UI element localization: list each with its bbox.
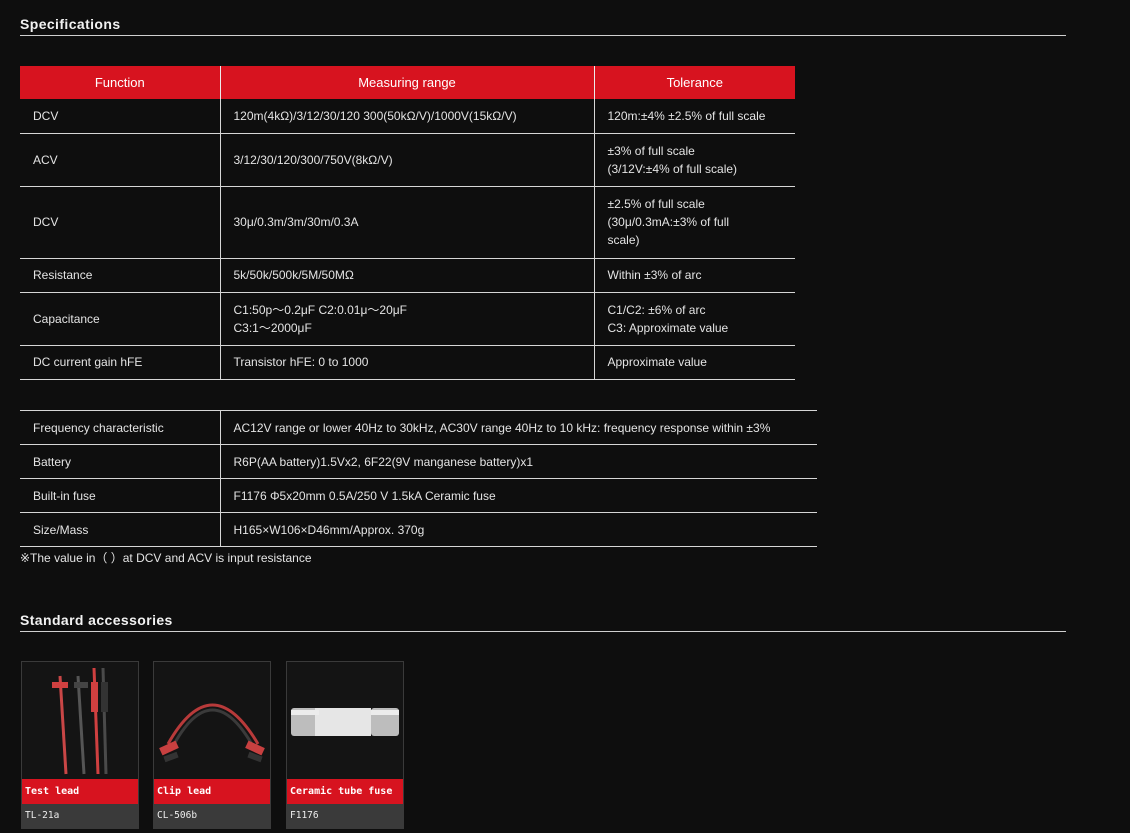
ceramic-fuse-icon	[287, 662, 403, 779]
cell-function: Resistance	[20, 258, 221, 293]
table-row: ACV 3/12/30/120/300/750V(8kΩ/V) ±3% of f…	[20, 133, 795, 187]
cell-range: 30μ/0.3m/3m/30m/0.3A	[220, 186, 595, 259]
cell-function: DCV	[20, 99, 221, 134]
accessory-name: Ceramic tube fuse	[287, 779, 403, 804]
accessory-name: Test lead	[22, 779, 138, 804]
accessory-code: CL-506b	[154, 804, 270, 828]
cell-range: 3/12/30/120/300/750V(8kΩ/V)	[220, 133, 595, 187]
cell-tolerance: Approximate value	[594, 345, 795, 380]
accessory-code: TL-21a	[22, 804, 138, 828]
cell-function: DC current gain hFE	[20, 345, 221, 380]
cell-function: DCV	[20, 186, 221, 259]
table-header-row: Function Measuring range Tolerance	[20, 66, 795, 99]
cell-range: Transistor hFE: 0 to 1000	[220, 345, 595, 380]
cell-label: Size/Mass	[20, 512, 221, 547]
cell-value: R6P(AA battery)1.5Vx2, 6F22(9V manganese…	[220, 444, 817, 479]
cell-value: F1176 Φ5x20mm 0.5A/250 V 1.5kA Ceramic f…	[220, 478, 817, 513]
cell-range: 5k/50k/500k/5M/50MΩ	[220, 258, 595, 293]
table-row: Size/Mass H165×W106×D46mm/Approx. 370g	[20, 512, 817, 547]
cell-function: ACV	[20, 133, 221, 187]
accessory-card-clip-lead[interactable]: Clip lead CL-506b	[153, 661, 271, 829]
cell-value: AC12V range or lower 40Hz to 30kHz, AC30…	[220, 410, 817, 445]
cell-tolerance: C1/C2: ±6% of arc C3: Approximate value	[594, 292, 795, 346]
table-row: Built-in fuse F1176 Φ5x20mm 0.5A/250 V 1…	[20, 478, 817, 513]
cell-range: C1:50p〜0.2μF C2:0.01μ〜20μF C3:1〜2000μF	[220, 292, 595, 346]
accessory-card-ceramic-fuse[interactable]: Ceramic tube fuse F1176	[286, 661, 404, 829]
cell-tolerance: Within ±3% of arc	[594, 258, 795, 293]
cell-label: Built-in fuse	[20, 478, 221, 513]
test-lead-icon	[22, 662, 138, 779]
table-row: Frequency characteristic AC12V range or …	[20, 410, 817, 445]
header-tolerance: Tolerance	[594, 66, 795, 99]
table-row: Battery R6P(AA battery)1.5Vx2, 6F22(9V m…	[20, 444, 817, 479]
cell-tolerance: 120m:±4% ±2.5% of full scale	[594, 99, 795, 134]
clip-lead-icon	[154, 662, 270, 779]
table-row: DCV 30μ/0.3m/3m/30m/0.3A ±2.5% of full s…	[20, 186, 795, 259]
accessories-title: Standard accessories	[20, 612, 1066, 632]
footnote: ※The value in（ ）at DCV and ACV is input …	[20, 551, 312, 565]
general-specs-table: Frequency characteristic AC12V range or …	[20, 410, 817, 547]
table-row: Resistance 5k/50k/500k/5M/50MΩ Within ±3…	[20, 258, 795, 293]
cell-label: Frequency characteristic	[20, 410, 221, 445]
specifications-title: Specifications	[20, 16, 1066, 36]
cell-value: H165×W106×D46mm/Approx. 370g	[220, 512, 817, 547]
table-row: DC current gain hFE Transistor hFE: 0 to…	[20, 345, 795, 380]
specifications-table: Function Measuring range Tolerance DCV 1…	[20, 66, 795, 380]
cell-range: 120m(4kΩ)/3/12/30/120 300(50kΩ/V)/1000V(…	[220, 99, 595, 134]
accessory-card-test-lead[interactable]: Test lead TL-21a	[21, 661, 139, 829]
accessory-code: F1176	[287, 804, 403, 828]
header-measuring-range: Measuring range	[220, 66, 595, 99]
cell-function: Capacitance	[20, 292, 221, 346]
cell-tolerance: ±2.5% of full scale (30μ/0.3mA:±3% of fu…	[594, 186, 795, 259]
cell-tolerance: ±3% of full scale (3/12V:±4% of full sca…	[594, 133, 795, 187]
accessory-name: Clip lead	[154, 779, 270, 804]
header-function: Function	[20, 66, 221, 99]
table-row: Capacitance C1:50p〜0.2μF C2:0.01μ〜20μF C…	[20, 292, 795, 346]
cell-label: Battery	[20, 444, 221, 479]
table-row: DCV 120m(4kΩ)/3/12/30/120 300(50kΩ/V)/10…	[20, 99, 795, 134]
